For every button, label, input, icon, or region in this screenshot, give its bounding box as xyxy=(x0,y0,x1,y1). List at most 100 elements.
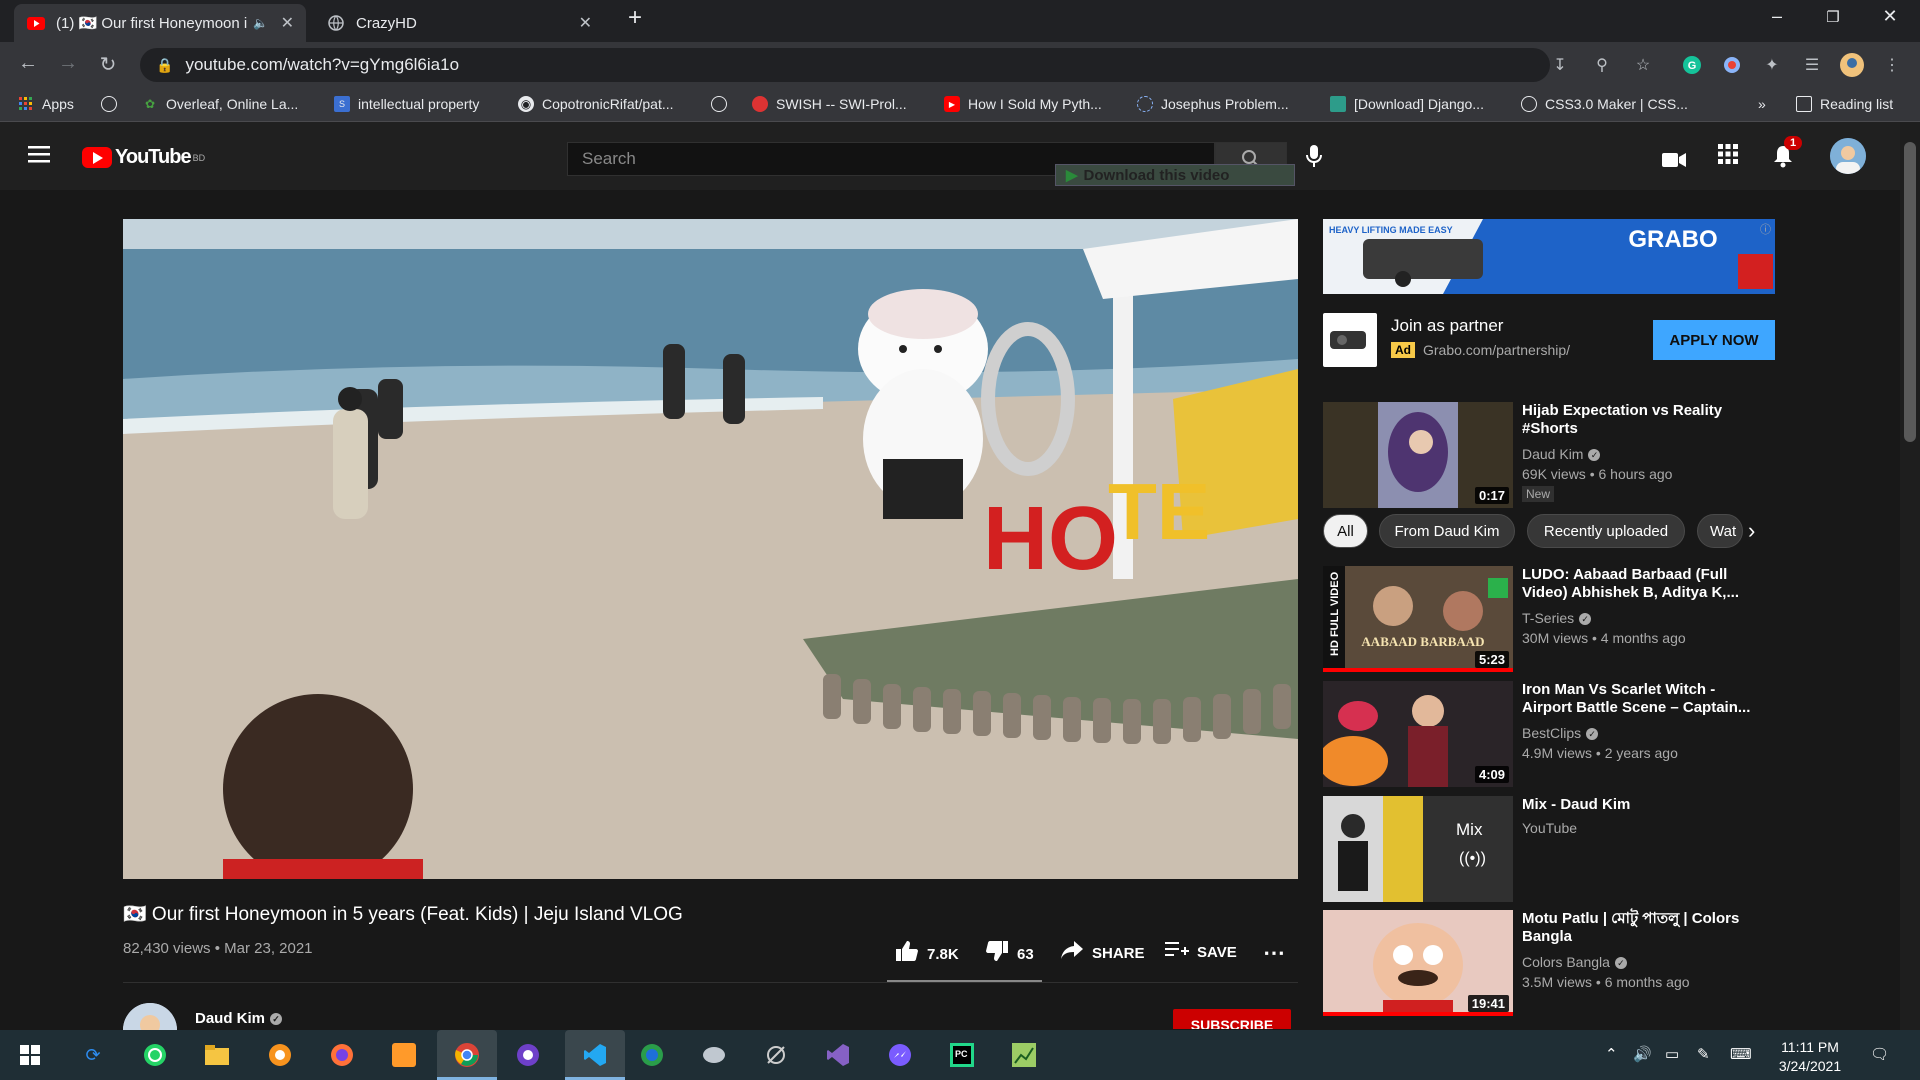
forward-icon[interactable]: → xyxy=(54,52,82,75)
bookmark-github[interactable]: ◉ CopotronicRifat/pat... xyxy=(518,96,674,112)
tab-youtube[interactable]: (1) 🇰🇷 Our first Honeymoon i 🔈 ✕ xyxy=(14,4,306,42)
save-button[interactable]: SAVE xyxy=(1165,940,1237,964)
reading-list-icon xyxy=(1796,96,1812,112)
bookmark-intellectual-property[interactable]: Sintellectual property xyxy=(334,96,479,112)
recommendation-item[interactable]: Mix ((•)) Mix - Daud Kim YouTube xyxy=(1323,796,1775,902)
github-desktop-icon[interactable] xyxy=(513,1040,543,1070)
ad-info-icon[interactable]: ⓘ xyxy=(1760,221,1771,237)
restore-icon[interactable]: ❐ xyxy=(1813,8,1853,26)
firefox-icon[interactable] xyxy=(327,1040,357,1070)
media-control-icon[interactable]: ☰ xyxy=(1800,53,1824,77)
file-explorer-icon[interactable] xyxy=(202,1040,232,1070)
chrome-icon[interactable] xyxy=(437,1030,497,1080)
subscribe-button[interactable]: SUBSCRIBE xyxy=(1173,1009,1291,1029)
reload-icon[interactable]: ↻ xyxy=(94,52,122,77)
grammarly-icon[interactable]: G xyxy=(1680,53,1704,77)
install-icon[interactable]: ↧ xyxy=(1548,53,1572,77)
chevron-right-icon[interactable]: › xyxy=(1748,518,1755,544)
pen-icon[interactable]: ✎ xyxy=(1697,1045,1710,1063)
chip-recently-uploaded[interactable]: Recently uploaded xyxy=(1527,514,1685,548)
chip-from-channel[interactable]: From Daud Kim xyxy=(1379,514,1515,548)
reading-list[interactable]: Reading list xyxy=(1796,96,1893,112)
video-thumbnail[interactable]: 19:41 xyxy=(1323,910,1513,1016)
chip-watched[interactable]: Wat xyxy=(1697,514,1743,548)
pycharm-icon[interactable]: PC xyxy=(947,1040,977,1070)
bookmark-youtube[interactable]: ▶ How I Sold My Pyth... xyxy=(944,96,1102,112)
windows-start-icon[interactable] xyxy=(15,1040,45,1070)
volume-icon[interactable]: 🔊 xyxy=(1633,1045,1652,1063)
youtube-logo[interactable]: YouTube BD xyxy=(82,146,205,169)
app-globe-icon[interactable] xyxy=(637,1040,667,1070)
profile-avatar[interactable] xyxy=(1840,53,1864,77)
apply-now-button[interactable]: APPLY NOW xyxy=(1653,320,1775,360)
notification-center-icon[interactable]: 🗨 xyxy=(1870,1045,1889,1063)
bookmark-globe-2[interactable] xyxy=(711,96,735,112)
menu-icon[interactable]: ⋮ xyxy=(1880,53,1904,77)
channel-name[interactable]: Daud Kim ✓ xyxy=(195,1010,283,1027)
bookmark-globe[interactable] xyxy=(101,96,125,112)
zoom-icon[interactable]: ⚲ xyxy=(1590,53,1614,77)
avast-icon[interactable] xyxy=(265,1040,295,1070)
youtube-play-icon xyxy=(82,147,112,168)
bookmark-josephus[interactable]: Josephus Problem... xyxy=(1137,96,1289,112)
video-thumbnail[interactable]: HD FULL VIDEO AABAAD BARBAAD 5:23 xyxy=(1323,566,1513,672)
create-video-icon[interactable] xyxy=(1662,148,1686,174)
user-avatar[interactable] xyxy=(1830,138,1866,174)
like-button[interactable]: 7.8K xyxy=(895,940,959,968)
messenger-icon[interactable] xyxy=(885,1040,915,1070)
apps-icon[interactable] xyxy=(1718,144,1738,170)
close-tab-icon[interactable]: ✕ xyxy=(579,13,592,33)
scrollbar-thumb[interactable] xyxy=(1904,142,1916,442)
video-thumbnail[interactable]: 0:17 xyxy=(1323,402,1513,508)
chip-all[interactable]: All xyxy=(1323,514,1368,548)
close-tab-icon[interactable]: ✕ xyxy=(281,13,294,33)
app-satellite-icon[interactable] xyxy=(761,1040,791,1070)
puzzle-icon[interactable]: ✦ xyxy=(1760,53,1784,77)
notifications-bell-icon[interactable]: 1 xyxy=(1772,136,1803,174)
video-player[interactable]: HO TE xyxy=(123,219,1298,879)
minimize-icon[interactable]: – xyxy=(1757,6,1797,27)
microphone-icon[interactable] xyxy=(1306,144,1322,174)
new-tab-icon[interactable]: + xyxy=(615,4,655,32)
bookmark-swish[interactable]: SWISH -- SWI-Prol... xyxy=(752,96,907,112)
system-clock[interactable]: 11:11 PM 3/24/2021 xyxy=(1770,1038,1850,1076)
bookmark-apps[interactable]: Apps xyxy=(18,96,74,112)
app-bird-icon[interactable] xyxy=(699,1040,729,1070)
recommendation-item[interactable]: 0:17 Hijab Expectation vs Reality #Short… xyxy=(1323,402,1775,508)
bookmarks-overflow[interactable]: » xyxy=(1758,96,1766,112)
whatsapp-icon[interactable] xyxy=(140,1040,170,1070)
recommendation-item[interactable]: 19:41 Motu Patlu | মোটু পাতলু | Colors B… xyxy=(1323,910,1775,1016)
share-button[interactable]: SHARE xyxy=(1060,940,1145,966)
bookmark-star-icon[interactable]: ☆ xyxy=(1631,53,1655,77)
ad-card[interactable]: Join as partner Ad Grabo.com/partnership… xyxy=(1323,310,1775,370)
download-video-button[interactable]: ▶ Download this video xyxy=(1055,164,1295,186)
dislike-button[interactable]: 63 xyxy=(985,940,1034,968)
app-icon[interactable] xyxy=(389,1040,419,1070)
bookmark-css[interactable]: CSS3.0 Maker | CSS... xyxy=(1521,96,1688,112)
visual-studio-icon[interactable] xyxy=(823,1040,853,1070)
back-icon[interactable]: ← xyxy=(14,52,42,75)
tab-crazyhd[interactable]: CrazyHD ✕ xyxy=(314,4,604,42)
ad-banner[interactable]: GRABO HEAVY LIFTING MADE EASY ⓘ xyxy=(1323,219,1775,294)
recommendation-item[interactable]: 4:09 Iron Man Vs Scarlet Witch - Airport… xyxy=(1323,681,1775,787)
svg-text:TE: TE xyxy=(1108,467,1210,556)
recommendation-item[interactable]: HD FULL VIDEO AABAAD BARBAAD 5:23 LUDO: A… xyxy=(1323,566,1775,672)
vscode-icon[interactable] xyxy=(565,1030,625,1080)
more-actions-icon[interactable]: ⋯ xyxy=(1263,940,1285,966)
lock-icon: 🔒 xyxy=(156,56,174,73)
app-refresh-icon[interactable]: ⟳ xyxy=(78,1040,108,1070)
hamburger-menu-icon[interactable] xyxy=(28,144,52,169)
bookmark-overleaf[interactable]: ✿ Overleaf, Online La... xyxy=(142,96,298,112)
mix-thumbnail[interactable]: Mix ((•)) xyxy=(1323,796,1513,902)
app-chart-icon[interactable] xyxy=(1009,1040,1039,1070)
keyboard-icon[interactable]: ⌨ xyxy=(1730,1045,1752,1063)
extension-icon[interactable] xyxy=(1720,53,1744,77)
address-bar[interactable]: 🔒 youtube.com/watch?v=gYmg6l6ia1o xyxy=(140,48,1550,82)
bookmark-django[interactable]: [Download] Django... xyxy=(1330,96,1484,112)
chevron-up-icon[interactable]: ⌃ xyxy=(1605,1045,1618,1063)
page-scrollbar[interactable] xyxy=(1900,122,1920,1030)
video-thumbnail[interactable]: 4:09 xyxy=(1323,681,1513,787)
like-count: 7.8K xyxy=(927,945,959,963)
network-icon[interactable]: ▭ xyxy=(1665,1045,1679,1063)
close-window-icon[interactable]: ✕ xyxy=(1870,6,1910,27)
